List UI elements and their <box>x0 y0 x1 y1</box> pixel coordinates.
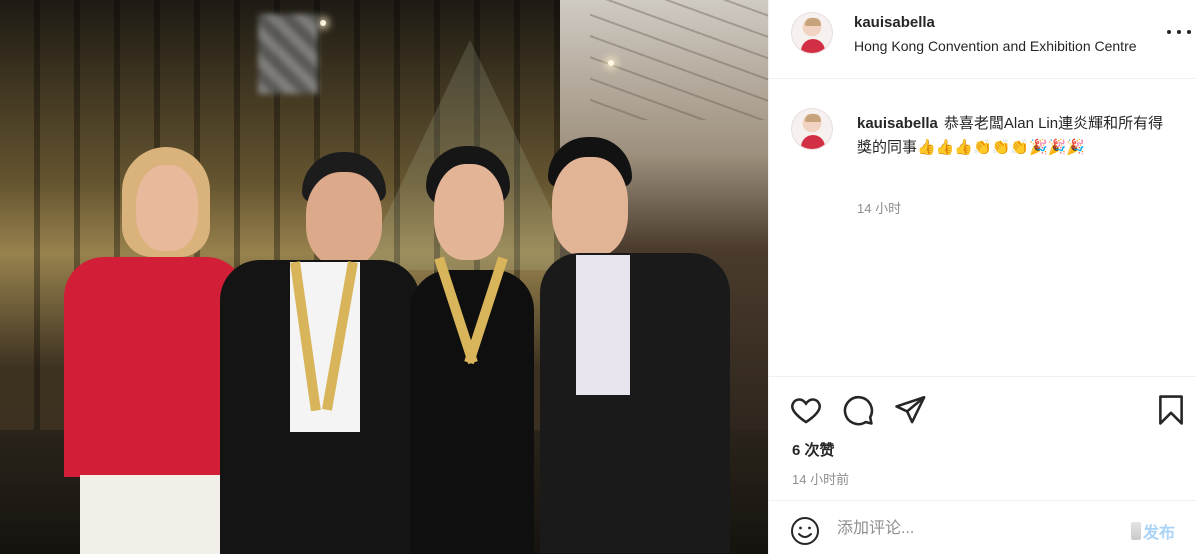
ceiling-light <box>320 20 326 26</box>
avatar[interactable] <box>791 108 833 150</box>
post-header: kauisabella Hong Kong Convention and Exh… <box>769 0 1196 79</box>
ceiling <box>590 0 768 120</box>
smiley-icon[interactable] <box>789 515 821 547</box>
comment-input[interactable] <box>837 515 1107 543</box>
heart-icon[interactable] <box>789 393 823 427</box>
post-sidebar: kauisabella Hong Kong Convention and Exh… <box>768 0 1196 554</box>
post-photo[interactable] <box>0 0 768 554</box>
blurred-logo <box>258 14 318 94</box>
person-black-dress <box>390 140 550 554</box>
post-location[interactable]: Hong Kong Convention and Exhibition Cent… <box>854 38 1137 54</box>
paper-plane-icon[interactable] <box>893 393 927 427</box>
person-glasses <box>540 135 730 554</box>
avatar[interactable] <box>791 12 833 54</box>
add-comment-bar: 发布 <box>769 500 1196 554</box>
caption: kauisabella 恭喜老闆Alan Lin連炎輝和所有得獎的同事👍👍👍👏👏👏… <box>857 112 1175 160</box>
bookmark-icon[interactable] <box>1154 393 1188 427</box>
speech-bubble-icon[interactable] <box>841 393 875 427</box>
caption-username[interactable]: kauisabella <box>857 115 938 132</box>
comments-section: kauisabella 恭喜老闆Alan Lin連炎輝和所有得獎的同事👍👍👍👏👏👏… <box>769 80 1196 376</box>
ceiling-light <box>608 60 614 66</box>
post-button-label: 发布 <box>1143 525 1176 542</box>
scroll-spinner-icon <box>1131 522 1141 540</box>
post-button[interactable]: 发布 <box>1131 519 1175 543</box>
actions-bar: 6 次赞 14 小时前 <box>769 376 1196 500</box>
more-dots-icon[interactable] <box>1167 24 1191 40</box>
likes-count[interactable]: 6 次赞 <box>792 439 835 460</box>
caption-timestamp[interactable]: 14 小时 <box>857 198 901 217</box>
post-timestamp[interactable]: 14 小时前 <box>792 469 849 488</box>
post-username[interactable]: kauisabella <box>854 14 935 31</box>
